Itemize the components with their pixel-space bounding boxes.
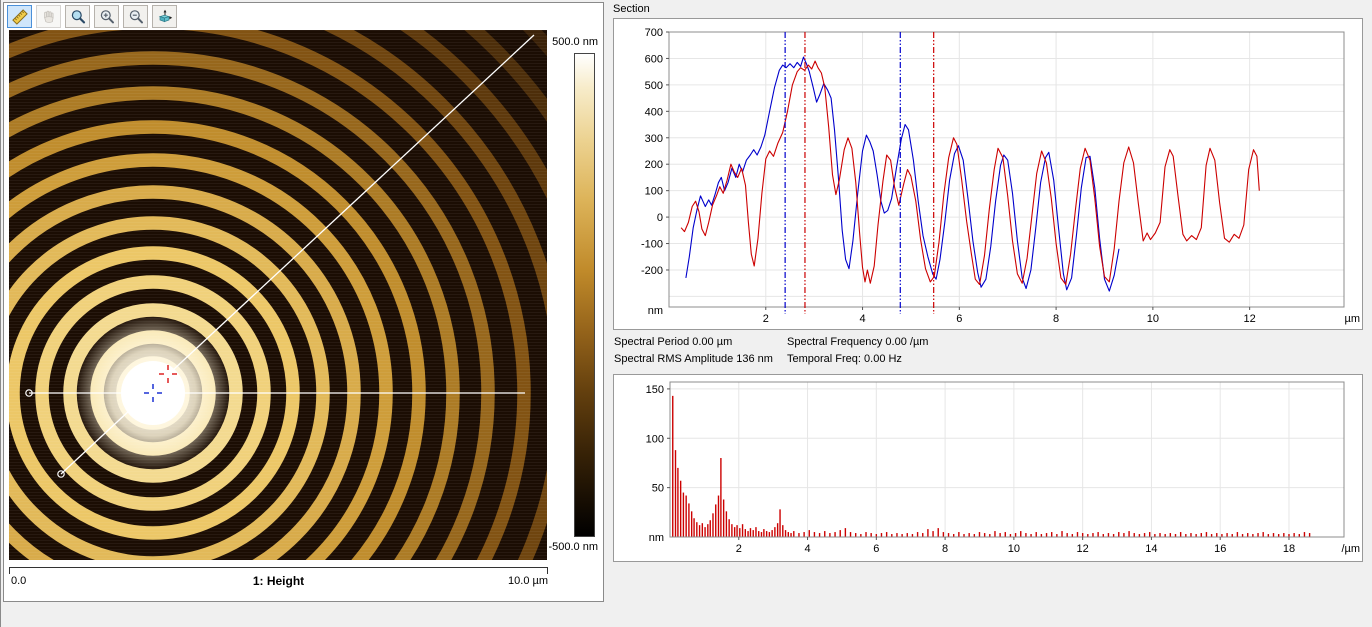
pan-tool-button[interactable]: [36, 5, 61, 28]
y-axis-tick-label: 100: [646, 433, 664, 445]
magnifier-plus-icon: [99, 9, 115, 25]
y-axis-tick-label: -100: [641, 239, 663, 251]
y-axis-unit-label: nm: [648, 305, 663, 317]
y-axis-unit-label: nm: [649, 532, 664, 544]
color-scale-max-label: 500.0 nm: [550, 36, 598, 48]
x-axis-tick-label: 16: [1214, 543, 1226, 555]
offset-arrows-icon: [157, 9, 173, 25]
spectrum-chart[interactable]: 50 100 150 nm 2 4 6 8 10 12 14 16 18/µm: [614, 375, 1362, 561]
profile-chart-box: -200 -100 0 100 200 300 400 500 600 700 nm 2 4 6 8 10 12…: [613, 18, 1363, 330]
magnifier-minus-icon: [128, 9, 144, 25]
zoom-tool-button[interactable]: [65, 5, 90, 28]
spectrum-chart-box: 50 100 150 nm 2 4 6 8 10 12 14 16 18/µm: [613, 374, 1363, 562]
line-profile-tool-button[interactable]: [7, 5, 32, 28]
x-axis-tick-label: 8: [1053, 313, 1059, 325]
y-axis-tick-label: 100: [645, 186, 663, 198]
y-axis-tick-label: 500: [645, 80, 663, 92]
spectral-rms-stat: Spectral RMS Amplitude 136 nm: [614, 353, 773, 365]
x-axis-tick-label: 12: [1244, 313, 1256, 325]
y-axis-tick-label: 200: [645, 159, 663, 171]
temporal-freq-stat: Temporal Freq: 0.00 Hz: [787, 353, 902, 365]
spectral-period-stat: Spectral Period 0.00 µm: [614, 336, 732, 348]
x-axis-tick-label: 10: [1008, 543, 1020, 555]
x-axis-tick-label: 4: [859, 313, 865, 325]
color-scale-bar: [574, 53, 595, 537]
image-panel: 500.0 nm -500.0 nm 1: Height 0.0 10.0 µm: [3, 2, 604, 602]
afm-height-image[interactable]: [9, 30, 547, 560]
x-axis-tick-label: 8: [942, 543, 948, 555]
spectral-frequency-stat: Spectral Frequency 0.00 /µm: [787, 336, 928, 348]
x-axis-unit-label: µm: [1344, 313, 1360, 325]
section-analysis-window: 500.0 nm -500.0 nm 1: Height 0.0 10.0 µm…: [0, 0, 1372, 627]
x-axis-tick-label: 10: [1147, 313, 1159, 325]
y-axis-tick-label: 400: [645, 106, 663, 118]
magnifier-icon: [70, 9, 86, 25]
zoom-in-button[interactable]: [94, 5, 119, 28]
afm-image-area: [9, 30, 547, 560]
x-axis-tick-label: 6: [956, 313, 962, 325]
section-profile-chart[interactable]: -200 -100 0 100 200 300 400 500 600 700 nm 2 4 6 8 10 12…: [614, 19, 1362, 329]
color-scale-min-label: -500.0 nm: [544, 541, 598, 553]
image-caption: 1: Height 0.0 10.0 µm: [9, 573, 548, 591]
zoom-out-button[interactable]: [123, 5, 148, 28]
marker-offset-button[interactable]: [152, 5, 177, 28]
y-axis-tick-label: -200: [641, 265, 663, 277]
x-axis-tick-label: 18: [1283, 543, 1295, 555]
y-axis-tick-label: 700: [645, 27, 663, 39]
y-axis-tick-label: 600: [645, 53, 663, 65]
section-title: Section: [613, 3, 650, 15]
x-axis-unit-label: /µm: [1341, 543, 1360, 555]
x-axis-tick-label: 2: [736, 543, 742, 555]
x-axis-tick-label: 12: [1077, 543, 1089, 555]
x-axis-tick-label: 14: [1145, 543, 1157, 555]
x-axis-tick-label: 4: [804, 543, 810, 555]
y-axis-tick-label: 300: [645, 133, 663, 145]
x-axis-tick-label: 2: [763, 313, 769, 325]
x-axis-tick-label: 6: [873, 543, 879, 555]
scale-max-label: 10.0 µm: [9, 575, 548, 587]
y-axis-tick-label: 150: [646, 384, 664, 396]
y-axis-tick-label: 50: [652, 483, 664, 495]
image-toolbar: [7, 5, 177, 28]
hand-icon: [41, 9, 57, 25]
y-axis-tick-label: 0: [657, 212, 663, 224]
ruler-icon: [12, 9, 28, 25]
